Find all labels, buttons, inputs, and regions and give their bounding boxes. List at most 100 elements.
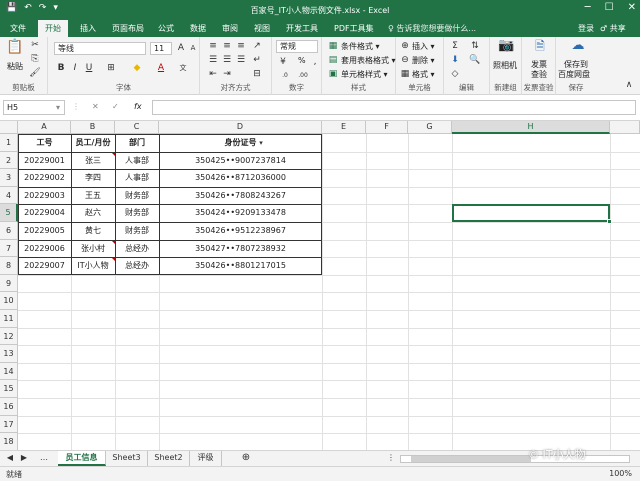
row-header-17[interactable]: 17	[0, 415, 18, 434]
horizontal-scroll-thumb[interactable]	[411, 456, 531, 462]
employee-id-cell[interactable]: 20229005	[18, 222, 71, 240]
paste-icon[interactable]: 📋	[6, 40, 24, 59]
tab-review[interactable]: 审阅	[222, 23, 238, 34]
col-header-b[interactable]: B	[71, 121, 115, 134]
employee-name-cell[interactable]: 黄七	[71, 222, 115, 240]
minimize-button[interactable]: ─	[585, 2, 591, 13]
camera-button[interactable]: 照相机	[493, 60, 517, 71]
employee-id-cell[interactable]: 20229004	[18, 204, 71, 222]
orientation-icon[interactable]: ↗	[250, 40, 264, 52]
wrap-text-icon[interactable]: ↵	[250, 54, 264, 66]
increase-indent-icon[interactable]: ⇥	[220, 68, 234, 80]
cancel-icon[interactable]: ✕	[92, 102, 99, 111]
sheet-tab-employee-info[interactable]: 员工信息	[58, 451, 106, 466]
tell-me-search[interactable]: ♀ 告诉我您想要做什么...	[388, 23, 476, 34]
invoice-button-line2[interactable]: 查验	[531, 69, 547, 80]
sheet-tab-sheet3[interactable]: Sheet3	[106, 451, 148, 466]
percent-button[interactable]: %	[298, 56, 306, 65]
tab-data[interactable]: 数据	[190, 23, 206, 34]
insert-function-icon[interactable]: fx	[134, 102, 142, 111]
font-color-icon[interactable]: A	[154, 62, 168, 74]
id-number-cell[interactable]: 350426••9512238967	[159, 222, 322, 240]
employee-id-cell[interactable]: 20229003	[18, 187, 71, 205]
autosum-icon[interactable]: Σ	[448, 40, 462, 52]
align-middle-icon[interactable]: ≡	[220, 40, 234, 52]
format-as-table-button[interactable]: 套用表格格式 ▾	[341, 55, 396, 66]
border-icon[interactable]: ⊞	[104, 62, 118, 74]
align-left-icon[interactable]: ☰	[206, 54, 220, 66]
more-sheets-icon[interactable]: …	[40, 451, 48, 466]
add-sheet-icon[interactable]: ⊕	[238, 451, 254, 466]
department-cell[interactable]: 财务部	[115, 204, 159, 222]
underline-icon[interactable]: U	[82, 62, 96, 74]
row-header-12[interactable]: 12	[0, 327, 18, 346]
italic-icon[interactable]: I	[68, 62, 82, 74]
font-size-select[interactable]: 11	[150, 42, 172, 55]
bold-icon[interactable]: B	[54, 62, 68, 74]
cut-icon[interactable]: ✂	[28, 39, 42, 51]
save-to-button-line2[interactable]: 百度网盘	[558, 69, 590, 80]
copy-icon[interactable]: ⎘	[28, 53, 42, 65]
col-header-c[interactable]: C	[115, 121, 159, 134]
department-cell[interactable]: 财务部	[115, 187, 159, 205]
row-header-14[interactable]: 14	[0, 362, 18, 381]
increase-decimal-icon[interactable]: .0	[278, 70, 292, 82]
row-header-10[interactable]: 10	[0, 292, 18, 310]
tab-page-layout[interactable]: 页面布局	[112, 23, 144, 34]
selected-cell-h5[interactable]	[452, 204, 610, 222]
employee-name-cell[interactable]: 李四	[71, 169, 115, 187]
shrink-font-icon[interactable]: A	[186, 42, 200, 54]
zoom-level[interactable]: 100%	[609, 469, 632, 478]
merge-center-icon[interactable]: ⊟	[250, 68, 264, 80]
align-center-icon[interactable]: ☰	[220, 54, 234, 66]
select-all-corner[interactable]	[0, 121, 18, 134]
col-header-i[interactable]	[610, 121, 640, 134]
tab-developer[interactable]: 开发工具	[286, 23, 318, 34]
col-header-f[interactable]: F	[366, 121, 408, 134]
next-sheet-icon[interactable]: ▶	[18, 451, 30, 466]
employee-id-cell[interactable]: 20229002	[18, 169, 71, 187]
camera-icon[interactable]: 📷	[498, 39, 514, 56]
tab-home[interactable]: 开始	[38, 20, 68, 37]
tab-insert[interactable]: 插入	[80, 23, 96, 34]
tab-pdf-tools[interactable]: PDF工具集	[334, 23, 374, 34]
header-cell-id[interactable]: 工号	[18, 134, 71, 152]
phonetic-icon[interactable]: 文	[176, 62, 190, 74]
id-number-cell[interactable]: 350427••7807238932	[159, 240, 322, 258]
row-header-6[interactable]: 6	[0, 222, 18, 240]
row-header-13[interactable]: 13	[0, 345, 18, 363]
employee-id-cell[interactable]: 20229006	[18, 240, 71, 258]
id-number-cell[interactable]: 350425••9007237814	[159, 152, 322, 170]
align-bottom-icon[interactable]: ≡	[234, 40, 248, 52]
font-name-select[interactable]: 等线	[54, 42, 146, 55]
delete-cells-button[interactable]: 删除 ▾	[412, 55, 435, 66]
id-number-cell[interactable]: 350426••7808243267	[159, 187, 322, 205]
id-number-cell[interactable]: 350426••8712036000	[159, 169, 322, 187]
row-header-11[interactable]: 11	[0, 310, 18, 328]
employee-id-cell[interactable]: 20229001	[18, 152, 71, 170]
header-cell-id-number[interactable]: 身份证号	[159, 134, 322, 152]
maximize-button[interactable]: ☐	[605, 2, 614, 13]
employee-name-cell[interactable]: 赵六	[71, 204, 115, 222]
sign-in-link[interactable]: 登录	[578, 23, 594, 34]
row-header-5[interactable]: 5	[0, 204, 18, 222]
decrease-indent-icon[interactable]: ⇤	[206, 68, 220, 80]
baidu-cloud-icon[interactable]: ☁	[570, 39, 586, 56]
col-header-d[interactable]: D	[159, 121, 322, 134]
name-box-dropdown-icon[interactable]: ▾	[56, 103, 60, 112]
employee-name-cell[interactable]: IT小人物	[71, 257, 115, 275]
fill-color-icon[interactable]: ◆	[130, 62, 144, 74]
row-header-18[interactable]: 18	[0, 433, 18, 450]
col-header-a[interactable]: A	[18, 121, 71, 134]
horizontal-scrollbar[interactable]	[400, 455, 630, 463]
number-format-select[interactable]: 常规	[276, 40, 318, 53]
conditional-format-button[interactable]: 条件格式 ▾	[341, 41, 380, 52]
invoice-check-icon[interactable]: 🗎	[532, 40, 548, 56]
sheet-tab-sheet2[interactable]: Sheet2	[148, 451, 190, 466]
tab-file[interactable]: 文件	[10, 23, 26, 34]
clear-icon[interactable]: ◇	[448, 68, 462, 80]
employee-name-cell[interactable]: 张小村	[71, 240, 115, 258]
currency-icon[interactable]: ¥	[276, 56, 290, 68]
department-cell[interactable]: 人事部	[115, 152, 159, 170]
header-cell-department[interactable]: 部门	[115, 134, 159, 152]
